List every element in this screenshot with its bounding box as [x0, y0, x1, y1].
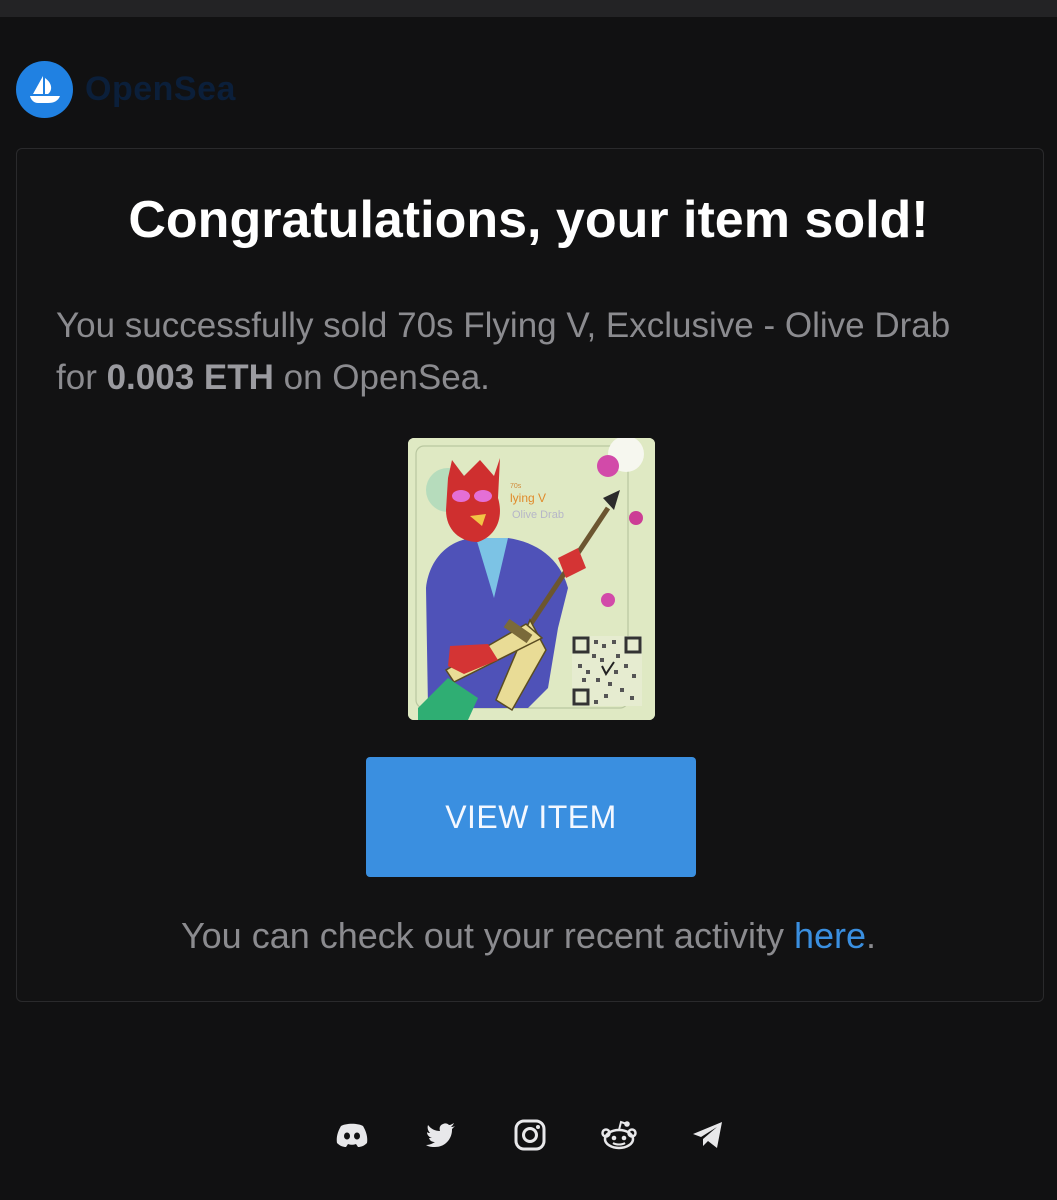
nft-caption-top: 70s: [510, 483, 522, 490]
page-title: Congratulations, your item sold!: [128, 191, 929, 249]
recent-activity-link[interactable]: here: [794, 915, 866, 956]
qr-code: [572, 636, 642, 706]
instagram-icon[interactable]: [508, 1113, 552, 1157]
recent-activity-suffix: .: [866, 915, 877, 956]
twitter-icon[interactable]: [419, 1113, 463, 1157]
opensea-ship-icon: [16, 60, 73, 118]
brand-header[interactable]: OpenSea: [16, 60, 236, 118]
recent-activity-text: You can check out your recent activity h…: [0, 915, 1057, 957]
sale-price: 0.003 ETH: [106, 358, 274, 397]
nft-image[interactable]: 70s lying V Olive Drab: [408, 438, 655, 720]
recent-activity-prefix: You can check out your recent activity: [180, 915, 794, 956]
sale-message-suffix: on OpenSea.: [273, 358, 490, 397]
window-top-bar: [0, 0, 1057, 17]
view-item-button[interactable]: VIEW ITEM: [366, 757, 696, 877]
discord-icon[interactable]: [330, 1113, 374, 1157]
nft-caption-line2: Olive Drab: [512, 509, 564, 521]
nft-caption-line1: lying V: [510, 491, 546, 505]
sale-message: You successfully sold 70s Flying V, Excl…: [56, 300, 976, 404]
reddit-icon[interactable]: [597, 1113, 641, 1157]
social-links: [330, 1113, 730, 1157]
telegram-icon[interactable]: [686, 1113, 730, 1157]
brand-name: OpenSea: [85, 69, 236, 108]
